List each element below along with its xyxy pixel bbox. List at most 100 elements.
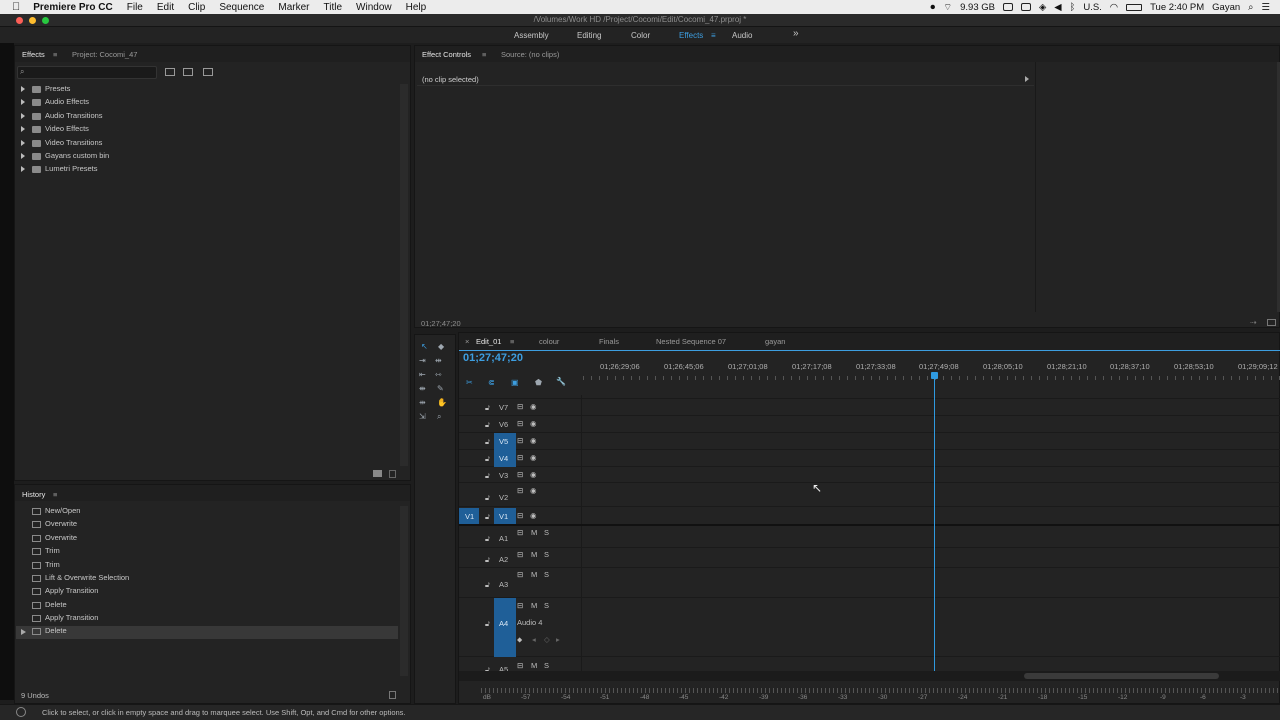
menu-title[interactable]: Title [317, 2, 350, 13]
history-item[interactable]: New/Open [32, 506, 80, 519]
status-icon[interactable] [16, 707, 26, 717]
tree-item-custom-bin[interactable]: Gayans custom bin [16, 151, 109, 164]
history-item-selected[interactable]: Delete [16, 626, 398, 639]
apple-menu-icon[interactable]:  [0, 1, 26, 13]
workspace-tab-editing[interactable]: Editing [577, 31, 601, 40]
history-item[interactable]: Overwrite [32, 519, 77, 532]
tree-item-video-effects[interactable]: Video Effects [16, 124, 89, 137]
selection-tool-icon[interactable]: ↖ [421, 342, 428, 351]
add-marker-icon[interactable]: ⬟ [535, 378, 542, 387]
sequence-tab-menu-icon[interactable]: ≡ [510, 337, 514, 346]
new-bin-icon[interactable] [373, 470, 382, 477]
sequence-timecode[interactable]: 01;27;47;20 [463, 352, 523, 364]
sync-lock-icon[interactable]: ⊟ [517, 550, 523, 559]
expand-icon[interactable] [21, 153, 25, 160]
bluetooth-icon[interactable]: ᛒ [1070, 2, 1076, 13]
volume-icon[interactable]: ◀ [1054, 2, 1061, 13]
solo-button[interactable]: S [544, 550, 549, 559]
user-name[interactable]: Gayan [1212, 2, 1240, 13]
history-item[interactable]: Trim [32, 546, 60, 559]
tab-source[interactable]: Source: (no clips) [501, 50, 559, 59]
input-source[interactable]: U.S. [1083, 2, 1101, 13]
lock-icon[interactable]: 🔓︎ [485, 471, 490, 481]
add-track-tool-icon[interactable]: ⇲ [419, 412, 426, 421]
record-icon[interactable]: ⏺ [930, 2, 935, 13]
menu-help[interactable]: Help [399, 2, 434, 13]
dropbox-icon[interactable]: ◈ [1039, 2, 1046, 13]
slip-tool-icon[interactable]: ⇹ [435, 356, 442, 365]
battery-icon[interactable] [1126, 3, 1143, 11]
lock-icon[interactable]: 🔓︎ [485, 493, 490, 503]
expand-icon[interactable] [21, 166, 25, 173]
toggle-output-icon[interactable]: ◉ [530, 402, 537, 411]
sequence-tab-gayan[interactable]: gayan [765, 337, 785, 346]
rolling-edit-tool-icon[interactable]: ⇼ [419, 384, 426, 393]
nest-toggle-icon[interactable]: ✂ [466, 378, 473, 387]
filter-icon[interactable]: ⇢ [1250, 318, 1257, 327]
lock-icon[interactable]: 🔓︎ [485, 534, 490, 544]
expand-icon[interactable] [21, 99, 25, 106]
wifi-icon[interactable]: ◠ [1110, 2, 1118, 13]
expand-icon[interactable] [21, 86, 25, 93]
tab-effect-controls[interactable]: Effect Controls [422, 50, 471, 59]
lock-icon[interactable]: 🔓︎ [485, 403, 490, 413]
menu-file[interactable]: File [120, 2, 150, 13]
rate-stretch-tool-icon[interactable]: ⇻ [419, 398, 426, 407]
timeline-hscroll[interactable] [459, 671, 1280, 681]
toggle-output-icon[interactable]: ◉ [530, 470, 537, 479]
workspace-tab-color[interactable]: Color [631, 31, 650, 40]
history-item[interactable]: Delete [32, 600, 67, 613]
disk-space[interactable]: 9.93 GB [960, 2, 995, 13]
yuv-effects-icon[interactable] [203, 68, 213, 76]
playhead-handle-icon[interactable] [931, 372, 938, 379]
expand-icon[interactable] [21, 113, 25, 120]
toggle-output-icon[interactable]: ◉ [530, 436, 537, 445]
track-select-tool-icon[interactable]: ⇥ [419, 356, 426, 365]
solo-button[interactable]: S [544, 661, 549, 670]
sync-lock-icon[interactable]: ⊟ [517, 402, 523, 411]
history-item[interactable]: Trim [32, 560, 60, 573]
menu-marker[interactable]: Marker [271, 2, 316, 13]
ripple-edit-tool-icon[interactable]: ⇤ [419, 370, 426, 379]
toggle-output-icon[interactable]: ◉ [530, 511, 537, 520]
sequence-tab-colour[interactable]: colour [539, 337, 559, 346]
sync-lock-icon[interactable]: ⊟ [517, 511, 523, 520]
workspace-tab-assembly[interactable]: Assembly [514, 31, 549, 40]
effects-search-input[interactable]: ⌕ [17, 66, 157, 79]
expand-icon[interactable] [21, 126, 25, 133]
history-item[interactable]: Overwrite [32, 533, 77, 546]
effects-scrollbar[interactable] [400, 84, 408, 466]
add-keyframe-icon[interactable]: ◇ [544, 635, 550, 644]
lock-icon[interactable]: 🔓︎ [485, 555, 490, 565]
lock-icon[interactable]: 🔓︎ [485, 512, 490, 522]
sequence-tab-edit01[interactable]: Edit_01 [476, 337, 501, 346]
trash-icon[interactable] [389, 470, 396, 478]
tab-project[interactable]: Project: Cocomi_47 [72, 50, 137, 59]
history-item[interactable]: Apply Transition [32, 613, 98, 626]
menu-window[interactable]: Window [349, 2, 399, 13]
zoom-tool-icon[interactable]: ⌕ [437, 412, 441, 422]
hand-tool-icon[interactable]: ✋ [437, 398, 447, 407]
workspace-menu-icon[interactable]: ≡ [711, 31, 716, 40]
history-title[interactable]: History [22, 490, 45, 499]
sync-lock-icon[interactable]: ⊟ [517, 661, 523, 670]
toggle-output-icon[interactable]: ◉ [530, 453, 537, 462]
sync-lock-icon[interactable]: ⊟ [517, 570, 523, 579]
tree-item-lumetri-presets[interactable]: Lumetri Presets [16, 164, 98, 177]
workspace-tab-effects[interactable]: Effects [679, 31, 703, 40]
snap-icon[interactable]: ⋐ [488, 378, 495, 387]
solo-button[interactable]: S [544, 570, 549, 579]
razor-tool-icon[interactable]: ◆ [438, 342, 444, 351]
history-menu-icon[interactable]: ≡ [53, 490, 57, 499]
tree-item-audio-transitions[interactable]: Audio Transitions [16, 111, 103, 124]
slide-tool-icon[interactable]: ⇿ [435, 370, 442, 379]
linked-selection-icon[interactable]: ▣ [511, 378, 519, 387]
keyframe-options-icon[interactable]: ⬥ [517, 635, 522, 645]
menu-sequence[interactable]: Sequence [212, 2, 271, 13]
menu-edit[interactable]: Edit [150, 2, 181, 13]
toggle-output-icon[interactable]: ◉ [530, 486, 537, 495]
effect-controls-menu-icon[interactable]: ≡ [482, 50, 486, 59]
tree-item-presets[interactable]: Presets [16, 84, 70, 97]
close-sequence-icon[interactable]: × [465, 337, 469, 346]
sync-lock-icon[interactable]: ⊟ [517, 601, 523, 610]
